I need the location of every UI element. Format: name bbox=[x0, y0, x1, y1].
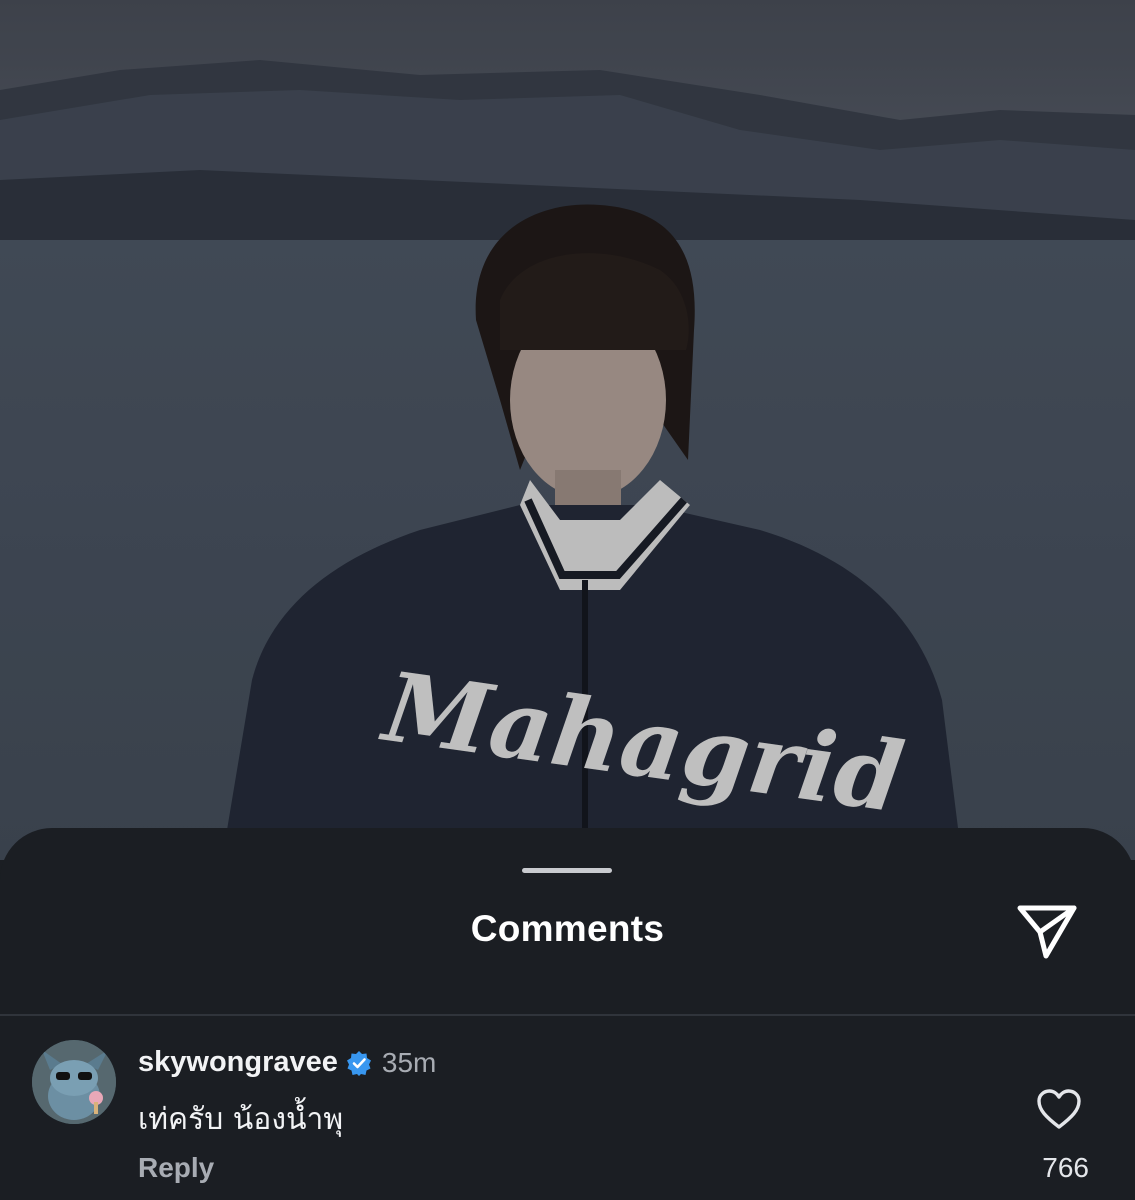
paper-plane-icon bbox=[1016, 902, 1078, 965]
like-button[interactable] bbox=[1036, 1088, 1086, 1134]
post-photo: Mahagrid bbox=[0, 0, 1135, 860]
verified-badge-icon bbox=[346, 1050, 372, 1076]
heart-outline-icon bbox=[1036, 1089, 1082, 1134]
like-count: 766 bbox=[1042, 1152, 1089, 1183]
drag-handle[interactable] bbox=[522, 868, 612, 873]
divider bbox=[0, 1014, 1135, 1016]
reply-button[interactable]: Reply bbox=[138, 1152, 214, 1184]
comment-username[interactable]: skywongravee bbox=[138, 1046, 338, 1079]
comment-text: เท่ครับ น้องน้ำพุ bbox=[138, 1102, 344, 1137]
comment-timestamp: 35m bbox=[381, 1046, 437, 1078]
comments-sheet: Comments skywongravee 35m เท่ครับ น้องน้… bbox=[0, 828, 1135, 1200]
comment-item: skywongravee 35m เท่ครับ น้องน้ำพุ Reply… bbox=[0, 1018, 1135, 1200]
comments-title: Comments bbox=[470, 908, 665, 949]
avatar[interactable] bbox=[32, 1040, 116, 1124]
share-button[interactable] bbox=[1012, 902, 1082, 964]
